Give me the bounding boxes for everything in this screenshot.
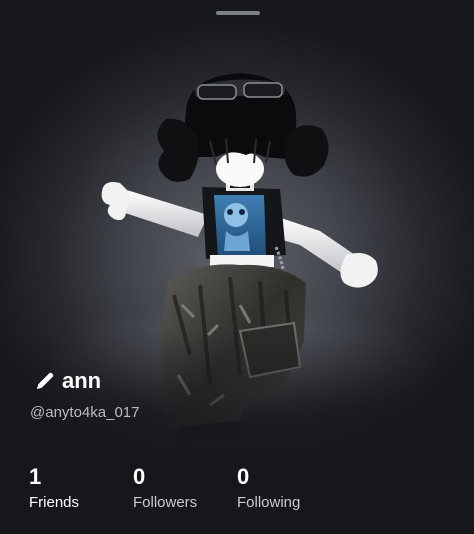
profile-sheet: ann @anyto4ka_017 1 Friends 0 Followers … xyxy=(0,0,474,534)
following-count: 0 xyxy=(237,464,250,489)
drag-handle[interactable] xyxy=(216,11,260,15)
following-stat[interactable]: 0 Following xyxy=(237,464,300,512)
display-name: ann xyxy=(62,368,102,393)
avatar-shirt xyxy=(202,183,286,259)
followers-count: 0 xyxy=(133,464,146,489)
avatar-head xyxy=(216,151,264,187)
friends-label: Friends xyxy=(29,494,80,511)
pencil-icon[interactable] xyxy=(34,370,56,392)
following-label: Following xyxy=(237,494,301,511)
followers-stat[interactable]: 0 Followers xyxy=(133,464,197,512)
friends-stat[interactable]: 1 Friends xyxy=(29,464,79,512)
followers-label: Followers xyxy=(133,494,198,511)
username: @anyto4ka_017 xyxy=(30,404,140,421)
avatar-left-arm xyxy=(101,182,208,237)
friends-count: 1 xyxy=(29,464,42,489)
display-name-row[interactable]: ann xyxy=(34,366,101,396)
